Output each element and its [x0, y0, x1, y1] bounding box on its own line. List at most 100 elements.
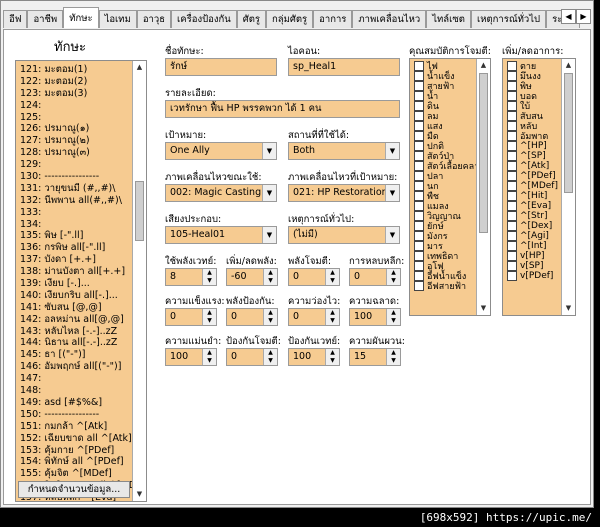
scroll-down-icon[interactable]: ▼	[133, 488, 146, 501]
checkbox[interactable]	[414, 121, 424, 131]
checkbox[interactable]	[507, 211, 517, 221]
tab-scroll-left-icon[interactable]: ◀	[561, 9, 576, 24]
list-item[interactable]: 129:	[16, 159, 146, 171]
spin-arrows-icon[interactable]: ▲ ▼	[325, 269, 339, 285]
list-item[interactable]: 126: ปรมาณู(๑)	[16, 123, 146, 135]
checkbox[interactable]	[414, 131, 424, 141]
checkbox[interactable]	[414, 251, 424, 261]
list-item[interactable]: 122: มะตอม(2)	[16, 76, 146, 88]
scroll-up-icon[interactable]: ▲	[562, 59, 575, 72]
tab-9[interactable]: ภาพเคลื่อนไหว	[352, 10, 427, 28]
variance-stepper[interactable]: 15 ▲ ▼	[349, 348, 401, 366]
checkbox[interactable]	[507, 121, 517, 131]
spin-arrows-icon[interactable]: ▲ ▼	[386, 309, 400, 325]
scroll-thumb[interactable]	[135, 181, 144, 241]
list-item[interactable]: 150: ----------------	[16, 409, 146, 421]
checkbox[interactable]	[414, 271, 424, 281]
checkbox[interactable]	[507, 191, 517, 201]
list-item[interactable]: 143: หลับไหล [-.-]..zZ	[16, 326, 146, 338]
chevron-down-icon[interactable]: ▼	[385, 143, 399, 159]
spin-arrows-icon[interactable]: ▲ ▼	[263, 309, 277, 325]
checkbox[interactable]	[414, 161, 424, 171]
checkbox[interactable]	[414, 211, 424, 221]
checkbox[interactable]	[507, 161, 517, 171]
skill-list-scrollbar[interactable]: ▲ ▼	[132, 61, 146, 501]
checkbox[interactable]	[507, 81, 517, 91]
mdef-f-stepper[interactable]: 100 ▲ ▼	[288, 348, 340, 366]
list-item[interactable]: 132: นีพพาน all(#,,#)\	[16, 195, 146, 207]
str-f-stepper[interactable]: 0 ▲ ▼	[165, 308, 217, 326]
list-item[interactable]: 131: วายุขนมี (#,,#)\	[16, 183, 146, 195]
checkbox[interactable]	[507, 61, 517, 71]
checkbox[interactable]	[507, 141, 517, 151]
spin-arrows-icon[interactable]: ▲ ▼	[263, 269, 277, 285]
checkbox[interactable]	[414, 191, 424, 201]
tab-10[interactable]: ไทล์เซต	[426, 10, 471, 28]
list-item[interactable]: 128: ปรมาณู(๓)	[16, 147, 146, 159]
tab-0[interactable]: อีฟ	[3, 10, 28, 28]
int-f-stepper[interactable]: 100 ▲ ▼	[349, 308, 401, 326]
list-item[interactable]: 125:	[16, 112, 146, 124]
menu-se-select[interactable]: 105-Heal01 ▼	[165, 226, 277, 244]
list-item[interactable]: 127: ปรมาณู(๒)	[16, 135, 146, 147]
scroll-up-icon[interactable]: ▲	[477, 59, 490, 72]
skill-name-input[interactable]: รักษ์	[165, 58, 277, 76]
list-item[interactable]: 138: ม่านบังตา all[+.+]	[16, 266, 146, 278]
checkbox[interactable]	[414, 241, 424, 251]
state-checklist[interactable]: ตาย มึนงง พิษ บอด ใบ้ สับสน หลับ อัมพาต ^[HP] ^[S…	[502, 58, 576, 316]
tab-scroll-right-icon[interactable]: ▶	[576, 9, 591, 24]
list-item[interactable]: 149: asd [#$%&]	[16, 397, 146, 409]
list-item[interactable]: 124:	[16, 100, 146, 112]
tab-8[interactable]: อาการ	[313, 10, 353, 28]
spin-arrows-icon[interactable]: ▲ ▼	[263, 349, 277, 365]
list-item[interactable]: 155: คุ้มจิต ^[MDef]	[16, 468, 146, 480]
list-item[interactable]: 130: ----------------	[16, 171, 146, 183]
checkbox[interactable]	[507, 221, 517, 231]
list-item[interactable]: 153: คุ้มกาย ^[PDef]	[16, 445, 146, 457]
checkbox[interactable]	[414, 81, 424, 91]
list-item[interactable]: 133:	[16, 207, 146, 219]
description-input[interactable]: เวทรักษา ฟื้น HP พรรคพวก ได้ 1 คน	[165, 100, 400, 118]
list-item[interactable]: 134:	[16, 219, 146, 231]
usable-select[interactable]: Both ▼	[288, 142, 400, 160]
chevron-down-icon[interactable]: ▼	[385, 227, 399, 243]
common-event-select[interactable]: (ไม่มี) ▼	[288, 226, 400, 244]
checkbox[interactable]	[507, 271, 517, 281]
checkbox[interactable]	[414, 231, 424, 241]
pdef-f-stepper[interactable]: 0 ▲ ▼	[226, 348, 278, 366]
list-item[interactable]: 135: พิษ [-".ll]	[16, 230, 146, 242]
list-item[interactable]: 148:	[16, 385, 146, 397]
checkbox[interactable]	[414, 171, 424, 181]
checkbox[interactable]	[414, 141, 424, 151]
checkbox[interactable]	[414, 91, 424, 101]
checkbox[interactable]	[507, 151, 517, 161]
scroll-thumb[interactable]	[564, 73, 573, 193]
spin-arrows-icon[interactable]: ▲ ▼	[386, 269, 400, 285]
tab-11[interactable]: เหตุการณ์ทั่วไป	[470, 10, 547, 28]
hit-stepper[interactable]: 100 ▲ ▼	[165, 348, 217, 366]
list-item[interactable]: 137: บังดา [+.+]	[16, 254, 146, 266]
eva-f-stepper[interactable]: 0 ▲ ▼	[349, 268, 401, 286]
checkbox[interactable]	[507, 251, 517, 261]
checkbox[interactable]	[507, 231, 517, 241]
checkbox[interactable]	[414, 151, 424, 161]
power-stepper[interactable]: -60 ▲ ▼	[226, 268, 278, 286]
list-item[interactable]: 152: เฉียบขาด all ^[Atk]	[16, 433, 146, 445]
atk-f-stepper[interactable]: 0 ▲ ▼	[288, 268, 340, 286]
tab-1[interactable]: อาชีพ	[27, 10, 64, 28]
checkbox[interactable]	[414, 201, 424, 211]
spin-arrows-icon[interactable]: ▲ ▼	[325, 349, 339, 365]
agi-f-stepper[interactable]: 0 ▲ ▼	[288, 308, 340, 326]
checkbox[interactable]	[414, 111, 424, 121]
list-item[interactable]: 136: กรพิษ all[-".ll]	[16, 242, 146, 254]
chevron-down-icon[interactable]: ▼	[385, 185, 399, 201]
checkbox[interactable]	[507, 181, 517, 191]
tab-4[interactable]: อาวุธ	[136, 10, 172, 28]
list-item[interactable]: 140: เงียบกริบ all[-.]...	[16, 290, 146, 302]
scroll-thumb[interactable]	[479, 73, 488, 233]
checkbox[interactable]	[507, 131, 517, 141]
list-item[interactable]: 151: กมกล้า ^[Atk]	[16, 421, 146, 433]
dex-f-stepper[interactable]: 0 ▲ ▼	[226, 308, 278, 326]
chevron-down-icon[interactable]: ▼	[262, 227, 276, 243]
list-item[interactable]: 145: ธา [("-")]	[16, 349, 146, 361]
